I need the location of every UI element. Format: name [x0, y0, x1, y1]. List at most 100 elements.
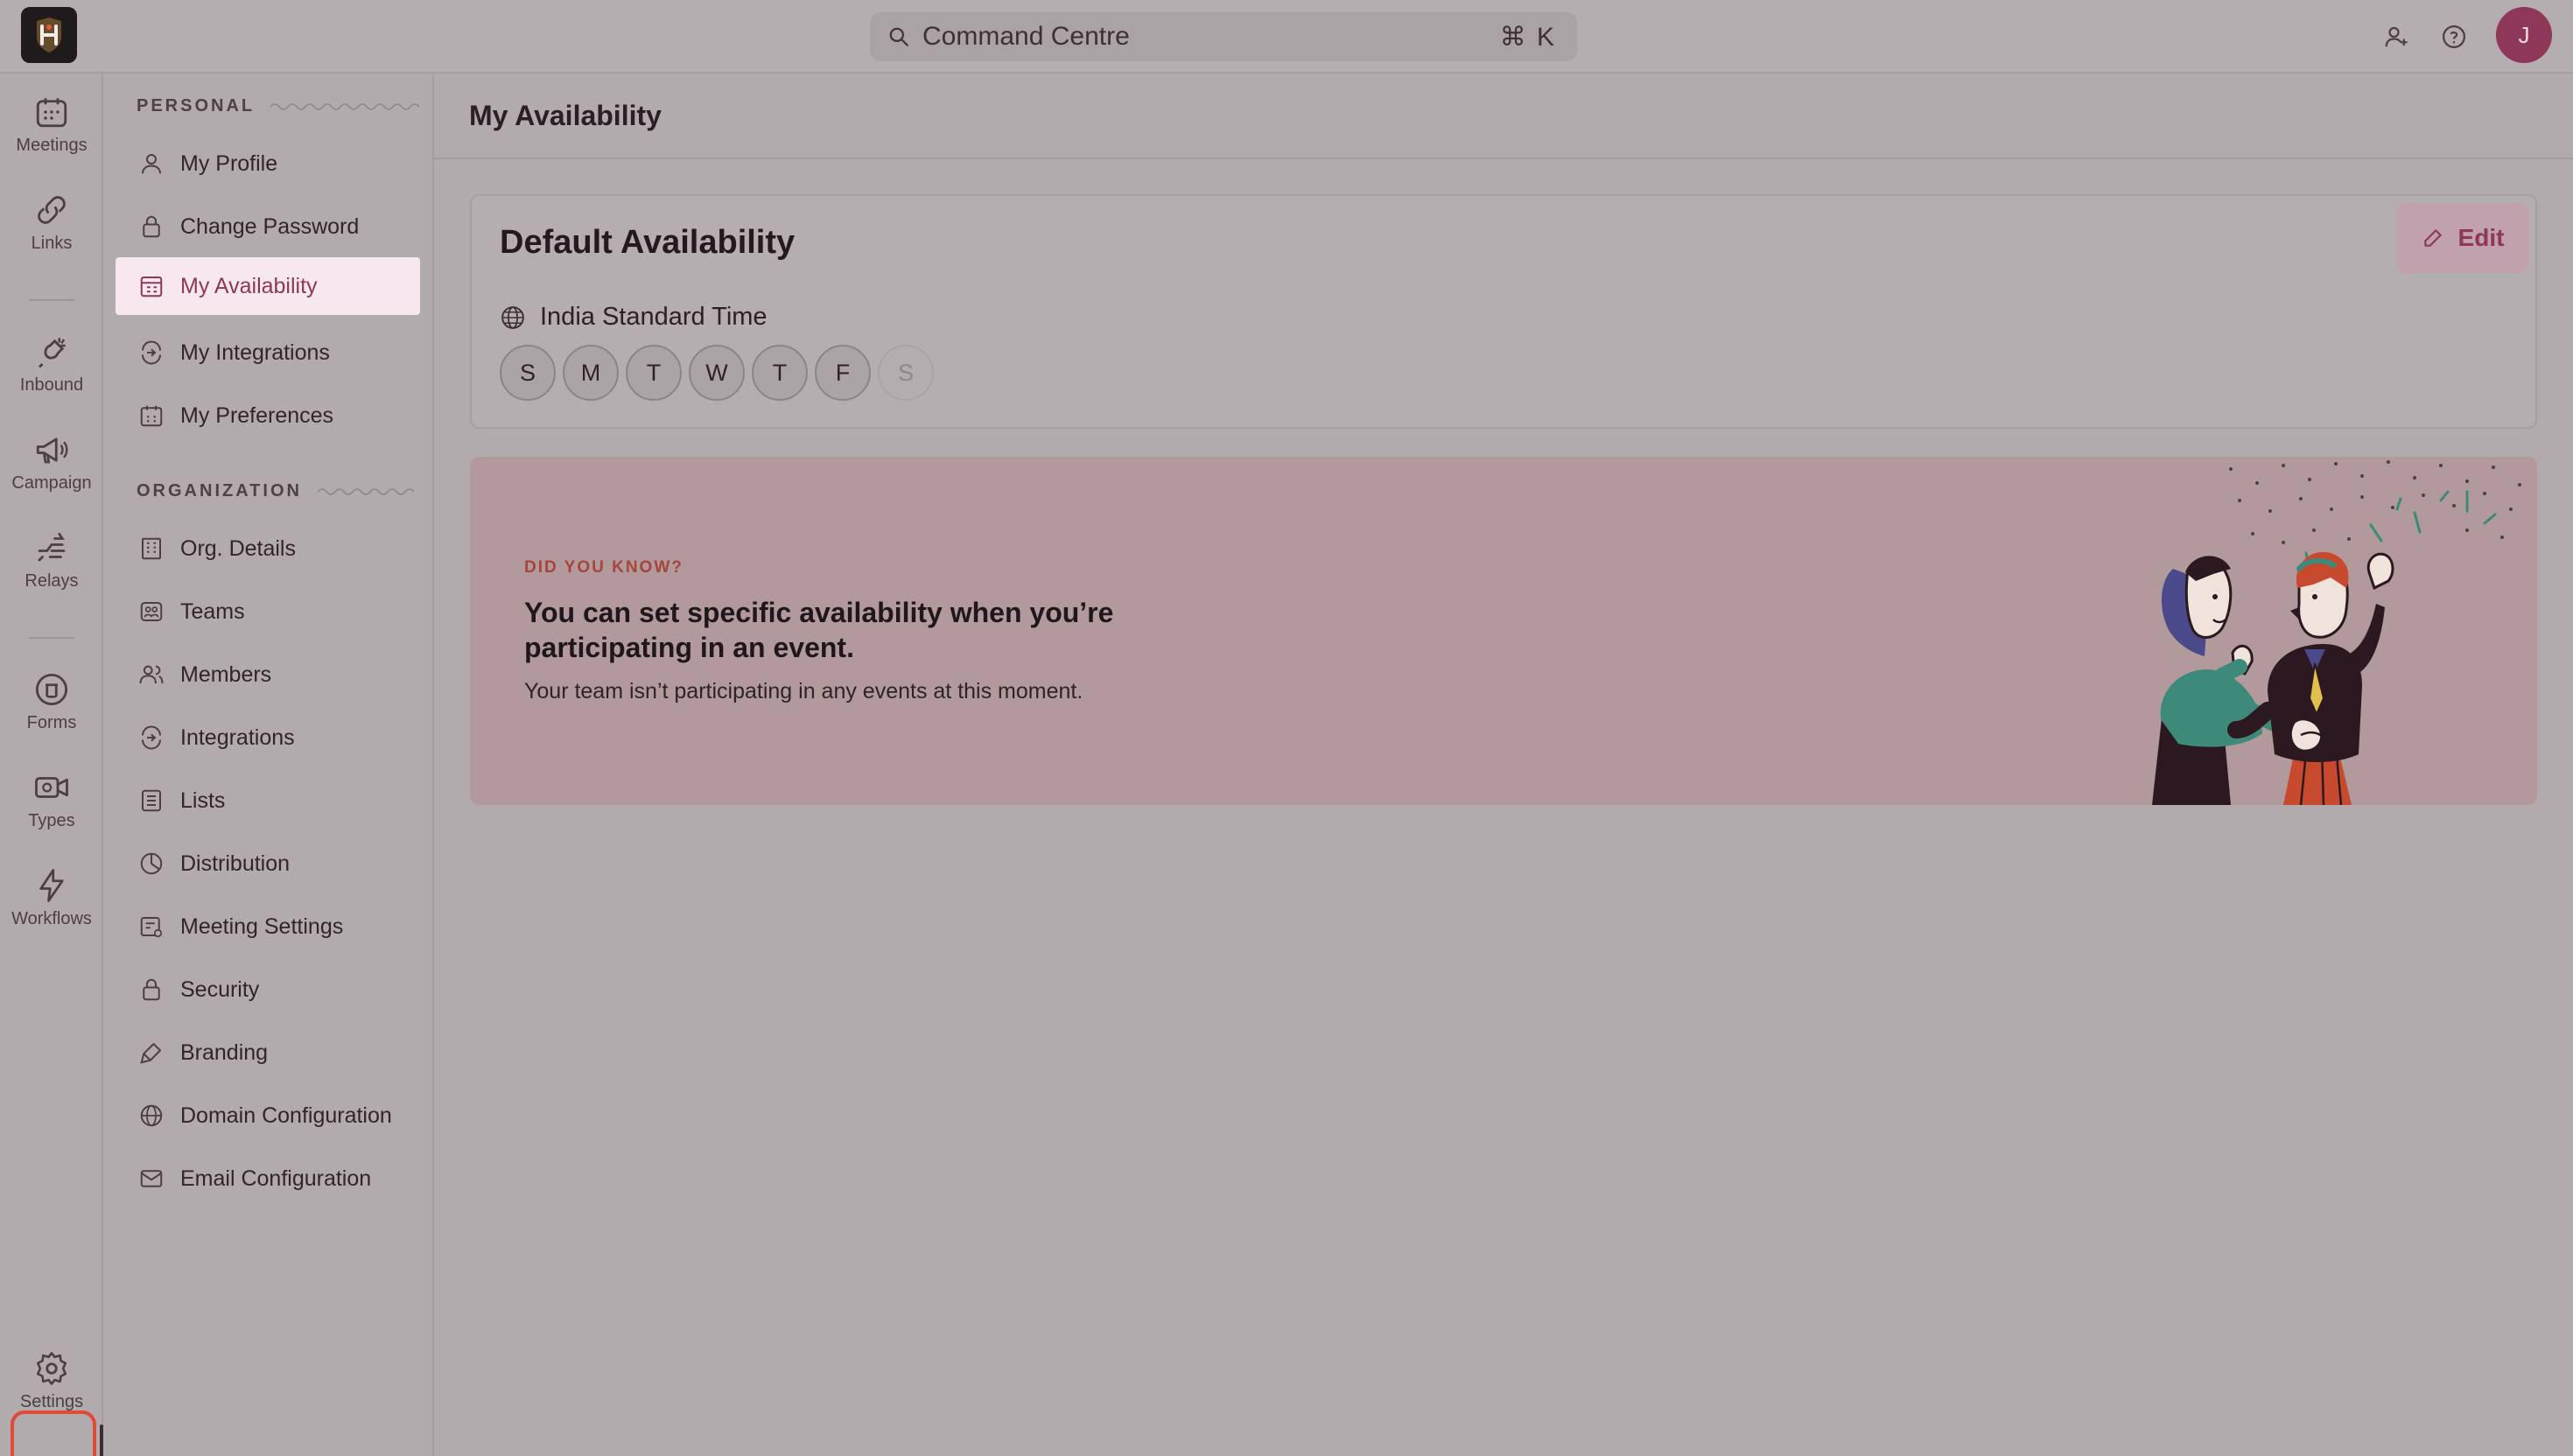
avatar[interactable]: J [2496, 7, 2552, 63]
gear-icon [36, 1351, 67, 1385]
mail-icon [140, 1170, 163, 1187]
add-user-icon[interactable] [2379, 19, 2414, 54]
menu-item-label: My Profile [180, 150, 278, 176]
lock-icon [143, 215, 160, 238]
brush-icon [140, 1043, 161, 1064]
menu-item-label: Integrations [180, 724, 295, 750]
timezone: India Standard Time [500, 303, 768, 332]
rail-item-campaign[interactable]: Campaign [0, 420, 103, 504]
building-icon [142, 537, 161, 560]
day-sunday[interactable]: S [500, 345, 556, 401]
wave-decoration [270, 102, 420, 110]
globe-icon [501, 305, 524, 329]
list-icon [142, 789, 161, 812]
integrations-icon [142, 340, 161, 365]
menu-item-label: Domain Configuration [180, 1102, 392, 1128]
menu-item-label: Meeting Settings [180, 914, 344, 939]
preferences-icon [140, 405, 163, 427]
rail-item-types[interactable]: Types [0, 758, 103, 842]
menu-item-email-configuration[interactable]: Email Configuration [116, 1150, 420, 1208]
menu-item-my-integrations[interactable]: My Integrations [116, 324, 420, 382]
inbound-icon [39, 337, 66, 368]
edit-button[interactable]: Edit [2397, 203, 2528, 273]
rail-label: Types [28, 810, 75, 830]
menu-item-teams[interactable]: Teams [116, 583, 420, 640]
menu-item-my-availability[interactable]: My Availability [116, 257, 420, 315]
menu-item-my-preferences[interactable]: My Preferences [116, 387, 420, 444]
rail-label: Campaign [11, 472, 92, 493]
rail-item-settings[interactable]: Settings [0, 1339, 103, 1423]
icon-rail: Meetings Links Inbound Campaign Relays F… [0, 74, 103, 1456]
menu-item-label: My Availability [180, 273, 318, 298]
menu-item-security[interactable]: Security [116, 961, 420, 1018]
menu-item-label: Teams [180, 598, 245, 624]
default-availability-card: Default Availability Edit India Standard… [470, 194, 2537, 429]
link-icon [38, 195, 66, 224]
forms-icon [35, 673, 68, 705]
rail-label: Settings [19, 1391, 84, 1411]
day-thursday[interactable]: T [752, 345, 808, 401]
menu-item-label: Lists [180, 788, 226, 813]
teams-icon [140, 602, 163, 621]
rail-item-forms[interactable]: Forms [0, 660, 103, 744]
rail-label: Forms [26, 712, 77, 732]
rail-divider [29, 637, 74, 639]
section-title-text: ORGANIZATION [137, 481, 302, 500]
day-monday[interactable]: M [563, 345, 619, 401]
command-centre-search[interactable]: Command Centre ⌘ K [870, 12, 1577, 61]
menu-item-label: Change Password [180, 214, 360, 239]
menu-item-label: My Preferences [180, 402, 334, 428]
rail-item-workflows[interactable]: Workflows [0, 856, 103, 940]
menu-item-label: My Integrations [180, 340, 330, 365]
page-title: My Availability [469, 100, 662, 131]
menu-item-domain-configuration[interactable]: Domain Configuration [116, 1087, 420, 1144]
day-tuesday[interactable]: T [626, 345, 682, 401]
section-title-organization: ORGANIZATION [137, 481, 416, 501]
pie-icon [140, 852, 163, 875]
timezone-label: India Standard Time [540, 303, 768, 331]
rail-divider [29, 299, 74, 301]
rail-label: Meetings [16, 135, 88, 155]
video-icon [35, 776, 68, 798]
menu-item-members[interactable]: Members [116, 646, 420, 704]
day-friday[interactable]: F [815, 345, 871, 401]
rail-item-meetings[interactable]: Meetings [0, 82, 103, 166]
menu-item-org-details[interactable]: Org. Details [116, 520, 420, 578]
menu-item-label: Security [180, 976, 260, 1002]
banner-subtitle: Your team isn’t participating in any eve… [524, 679, 1083, 704]
edit-label: Edit [2457, 224, 2505, 251]
section-title-personal: PERSONAL [137, 96, 420, 116]
menu-item-meeting-settings[interactable]: Meeting Settings [116, 898, 420, 956]
menu-item-my-profile[interactable]: My Profile [116, 135, 420, 192]
rail-label: Relays [25, 570, 79, 591]
weekday-selector: S M T W T F S [500, 345, 941, 401]
menu-item-change-password[interactable]: Change Password [116, 198, 420, 256]
calendar-icon [36, 97, 67, 127]
app-logo-icon [37, 18, 61, 52]
menu-item-integrations[interactable]: Integrations [116, 709, 420, 766]
wave-decoration [317, 487, 415, 495]
search-shortcut: ⌘ K [1499, 22, 1556, 52]
members-icon [139, 665, 164, 684]
lock-icon [143, 978, 160, 1001]
rail-item-links[interactable]: Links [0, 180, 103, 264]
menu-item-label: Org. Details [180, 536, 296, 561]
lightning-icon [39, 868, 64, 902]
rail-item-inbound[interactable]: Inbound [0, 322, 103, 406]
rail-label: Inbound [19, 374, 84, 395]
day-saturday[interactable]: S [878, 345, 934, 401]
menu-item-distribution[interactable]: Distribution [116, 835, 420, 892]
did-you-know-banner: DID YOU KNOW? You can set specific avail… [470, 457, 2537, 805]
rail-item-relays[interactable]: Relays [0, 518, 103, 602]
app-logo[interactable] [21, 7, 77, 63]
megaphone-icon [36, 437, 68, 463]
handshake-illustration [2152, 460, 2521, 805]
day-wednesday[interactable]: W [689, 345, 745, 401]
integrations-icon [142, 725, 161, 750]
menu-item-lists[interactable]: Lists [116, 772, 420, 830]
top-bar: Command Centre ⌘ K J [0, 0, 2573, 74]
menu-item-branding[interactable]: Branding [116, 1024, 420, 1082]
settings-menu: PERSONAL My Profile Change Password My A… [103, 74, 434, 1456]
help-icon[interactable] [2436, 19, 2471, 54]
menu-item-label: Distribution [180, 850, 291, 876]
